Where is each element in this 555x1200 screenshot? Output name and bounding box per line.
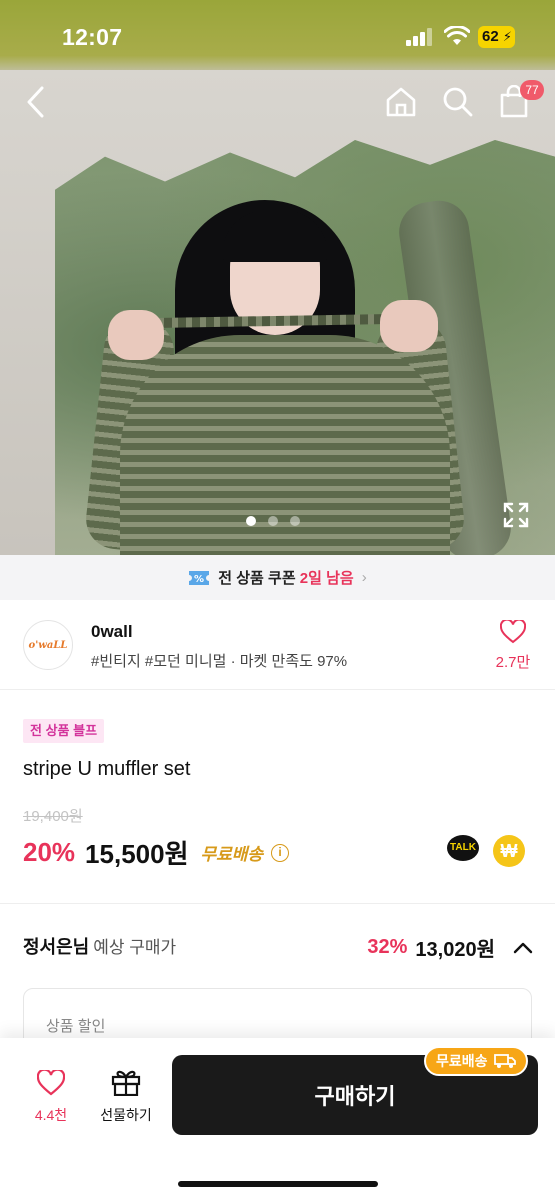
cart-count-badge: 77 — [520, 80, 544, 100]
price-row: 20% 15,500원 무료배송 i — [23, 834, 290, 871]
home-indicator — [178, 1181, 378, 1187]
bottom-action-bar: 4.4천 선물하기 구매하기 무료배송 — [0, 1038, 555, 1200]
chevron-up-icon[interactable] — [513, 942, 533, 954]
status-bar: 12:07 62 ⚡ — [0, 0, 555, 72]
promo-badge: 전 상품 블프 — [23, 719, 105, 743]
ship-badge-label: 무료배송 — [436, 1053, 488, 1069]
free-shipping-label: 무료배송 — [200, 845, 264, 864]
product-title: stripe U muffler set — [23, 758, 191, 780]
home-button[interactable] — [382, 82, 420, 122]
cellular-signal-icon — [406, 28, 432, 46]
coupon-banner[interactable]: % 전 상품 쿠폰 2일 남음 › — [0, 555, 555, 600]
gift-button[interactable]: 선물하기 — [94, 1068, 158, 1125]
top-nav — [0, 78, 555, 126]
user-name: 정서은님 — [23, 937, 90, 957]
buy-label: 구매하기 — [314, 1084, 396, 1109]
coupon-text: 전 상품 쿠폰 2일 남음 — [218, 570, 354, 587]
gallery-pagination — [246, 516, 300, 526]
talk-icon: TALK — [447, 835, 479, 861]
wishlist-button[interactable]: 4.4천 — [27, 1068, 75, 1125]
battery-indicator: 62 ⚡ — [478, 26, 515, 48]
estimated-price-row[interactable]: 정서은님 예상 구매가 32% 13,020원 — [23, 933, 533, 961]
home-icon — [386, 87, 416, 117]
sale-price: 15,500원 — [85, 839, 189, 869]
photo-hand-left — [108, 310, 164, 360]
wishlist-count: 4.4천 — [34, 1107, 68, 1123]
discount-card-title: 상품 할인 — [46, 1018, 106, 1035]
chevron-left-icon — [27, 86, 44, 118]
heart-icon — [36, 1068, 66, 1096]
shop-logo: o'waLL — [23, 620, 73, 670]
kakao-talk-button[interactable]: TALK — [447, 835, 479, 865]
shop-tags: #빈티지 #모던 미니멀 · 마켓 만족도 97% — [91, 653, 348, 670]
coupon-ticket-icon: % — [189, 570, 210, 585]
info-icon[interactable]: i — [271, 843, 290, 862]
shop-like-count: 2.7만 — [495, 654, 531, 671]
heart-icon — [499, 618, 527, 644]
charging-bolt-icon: ⚡ — [502, 29, 512, 44]
estimate-discount: 32% — [367, 936, 408, 958]
fullscreen-button[interactable] — [503, 502, 529, 533]
gallery-dot[interactable] — [246, 516, 256, 526]
gift-icon — [111, 1070, 141, 1097]
gallery-dot[interactable] — [268, 516, 278, 526]
expand-icon — [503, 502, 529, 528]
shop-info[interactable]: o'waLL 0wall #빈티지 #모던 미니멀 · 마켓 만족도 97% 2… — [0, 600, 555, 690]
search-button[interactable] — [438, 82, 478, 122]
gift-label: 선물하기 — [100, 1107, 152, 1123]
status-time: 12:07 — [62, 24, 123, 50]
photo-hand-right — [380, 300, 438, 352]
original-price: 19,400원 — [23, 808, 83, 825]
discount-rate: 20% — [23, 837, 76, 867]
back-button[interactable] — [18, 82, 54, 122]
coupon-remaining: 2일 남음 — [299, 570, 354, 587]
estimate-label: 예상 구매가 — [93, 938, 177, 957]
battery-level: 62 — [482, 28, 499, 45]
svg-text:%: % — [194, 574, 204, 585]
gallery-dot[interactable] — [290, 516, 300, 526]
wifi-icon — [444, 26, 470, 45]
delivery-truck-icon — [493, 1054, 516, 1068]
shop-name: 0wall — [91, 622, 133, 641]
search-icon — [443, 87, 473, 117]
won-pay-button[interactable]: ₩ — [493, 835, 525, 867]
estimate-price: 13,020원 — [415, 939, 495, 961]
free-shipping-badge: 무료배송 — [424, 1046, 528, 1076]
section-divider — [0, 903, 555, 904]
chevron-right-icon: › — [361, 569, 367, 586]
shop-like-button[interactable]: 2.7만 — [488, 618, 538, 672]
